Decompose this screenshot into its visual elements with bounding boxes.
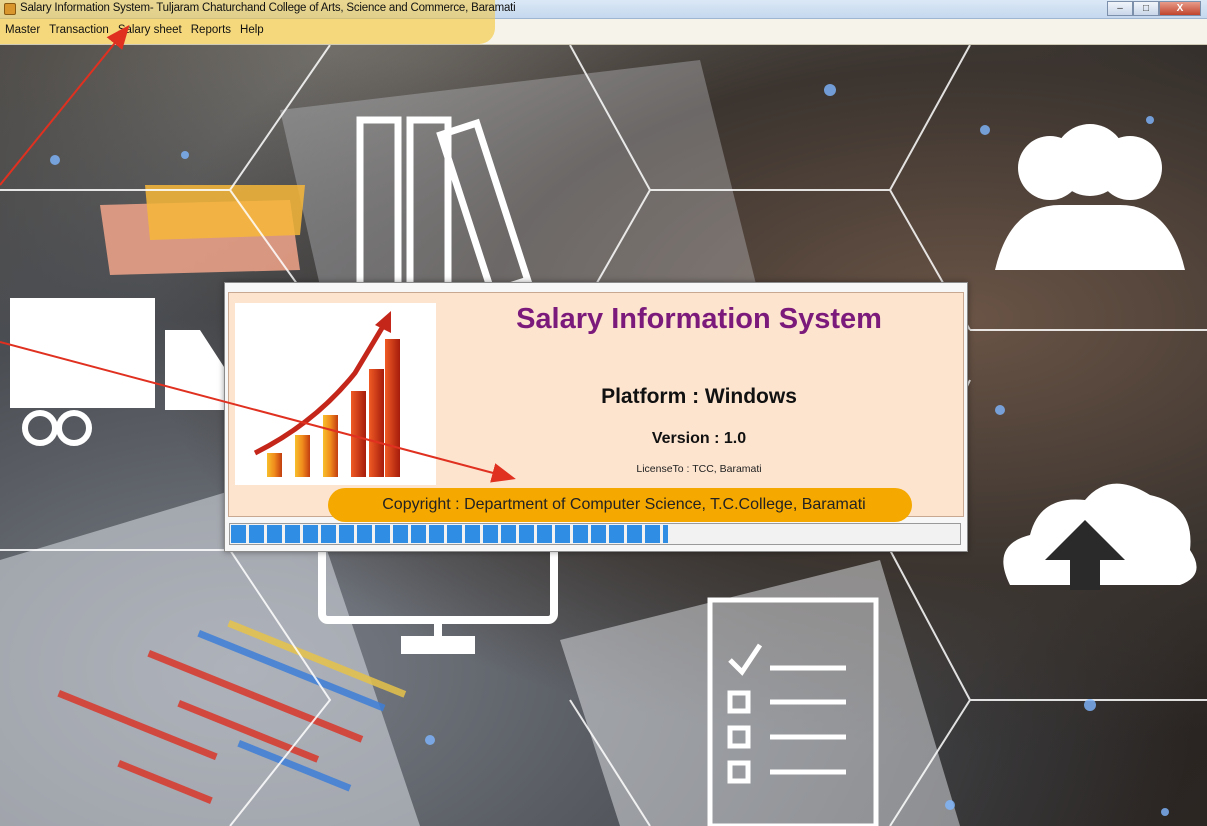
version-label: Version : 1.0 (651, 430, 747, 447)
menu-bar: Master Transaction Salary sheet Reports … (0, 19, 1207, 45)
maximize-button[interactable]: □ (1133, 1, 1159, 16)
window-title-bar[interactable]: Salary Information System- Tuljaram Chat… (0, 0, 1207, 44)
menu-salary-sheet[interactable]: Salary sheet (118, 24, 182, 36)
minimize-button[interactable]: – (1107, 1, 1133, 16)
progress-fill (231, 525, 668, 543)
splash-dialog: Salary Information System Platform : Win… (224, 282, 968, 552)
menu-help[interactable]: Help (240, 24, 264, 36)
splash-panel: Salary Information System Platform : Win… (228, 292, 964, 522)
truck-icon (10, 298, 226, 446)
window-controls: – □ X (1107, 1, 1201, 16)
users-icon (995, 124, 1185, 270)
loading-progress-bar (229, 523, 961, 545)
splash-title: Salary Information System (516, 303, 882, 335)
menu-transaction[interactable]: Transaction (49, 24, 109, 36)
close-button[interactable]: X (1159, 1, 1201, 16)
cloud-upload-icon (1003, 483, 1197, 590)
monitor-icon (318, 541, 558, 654)
menu-reports[interactable]: Reports (191, 24, 231, 36)
license-label: LicenseTo : TCC, Baramati (636, 463, 762, 475)
app-icon[interactable] (4, 3, 16, 15)
menu-master[interactable]: Master (5, 24, 40, 36)
rising-chart-image (235, 303, 436, 485)
window-title: Salary Information System- Tuljaram Chat… (20, 2, 516, 14)
platform-label: Platform : Windows (601, 385, 797, 408)
copyright-label: Copyright : Department of Computer Scien… (382, 496, 866, 513)
